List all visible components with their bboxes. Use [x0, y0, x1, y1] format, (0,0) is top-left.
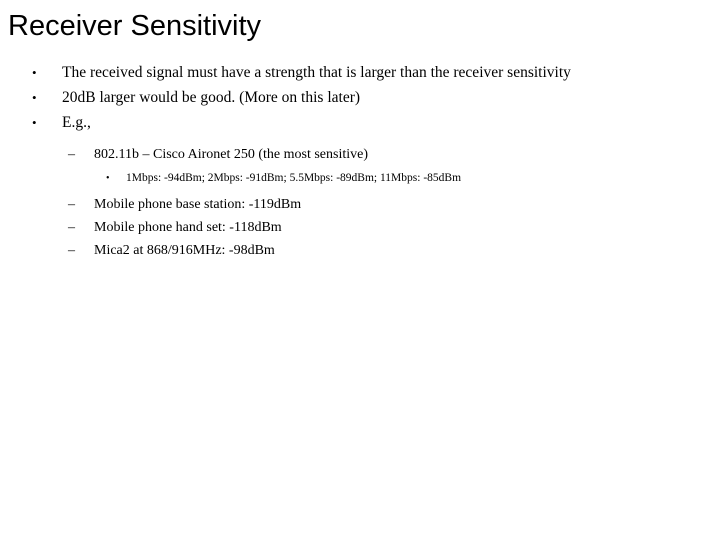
bullet-marker-dash-icon: – — [68, 147, 75, 162]
bullet-item-level2: – 802.11b – Cisco Aironet 250 (the most … — [0, 144, 720, 165]
bullet-item-level2: – Mobile phone hand set: -118dBm — [0, 217, 720, 238]
bullet-text: E.g., — [62, 114, 91, 131]
bullet-item-level1: • E.g., — [0, 112, 720, 134]
bullet-text: Mica2 at 868/916MHz: -98dBm — [94, 243, 275, 258]
bullet-marker-dash-icon: – — [68, 197, 75, 212]
bullet-text: 802.11b – Cisco Aironet 250 (the most se… — [94, 147, 369, 162]
bullet-item-level3: • 1Mbps: -94dBm; 2Mbps: -91dBm; 5.5Mbps:… — [0, 169, 720, 188]
bullet-item-level2: – Mica2 at 868/916MHz: -98dBm — [0, 240, 720, 261]
slide-canvas: Receiver Sensitivity • The received sign… — [0, 0, 720, 540]
bullet-marker-dash-icon: – — [68, 220, 75, 235]
bullet-marker-dot-icon: • — [106, 173, 110, 184]
page-title: Receiver Sensitivity — [8, 10, 262, 42]
bullet-text: Mobile phone base station: -119dBm — [94, 197, 302, 212]
bullet-marker-dot-icon: • — [32, 90, 37, 105]
bullet-text: The received signal must have a strength… — [62, 64, 571, 81]
bullet-item-level1: • The received signal must have a streng… — [0, 62, 720, 84]
bullet-text: 20dB larger would be good. (More on this… — [62, 89, 361, 106]
bullet-marker-dot-icon: • — [32, 115, 37, 130]
bullet-item-level1: • 20dB larger would be good. (More on th… — [0, 87, 720, 109]
bullet-marker-dash-icon: – — [68, 243, 75, 258]
slide-body: • The received signal must have a streng… — [0, 62, 720, 263]
bullet-text: 1Mbps: -94dBm; 2Mbps: -91dBm; 5.5Mbps: -… — [126, 172, 462, 184]
bullet-item-level2: – Mobile phone base station: -119dBm — [0, 194, 720, 215]
bullet-text: Mobile phone hand set: -118dBm — [94, 220, 282, 235]
bullet-marker-dot-icon: • — [32, 65, 37, 80]
